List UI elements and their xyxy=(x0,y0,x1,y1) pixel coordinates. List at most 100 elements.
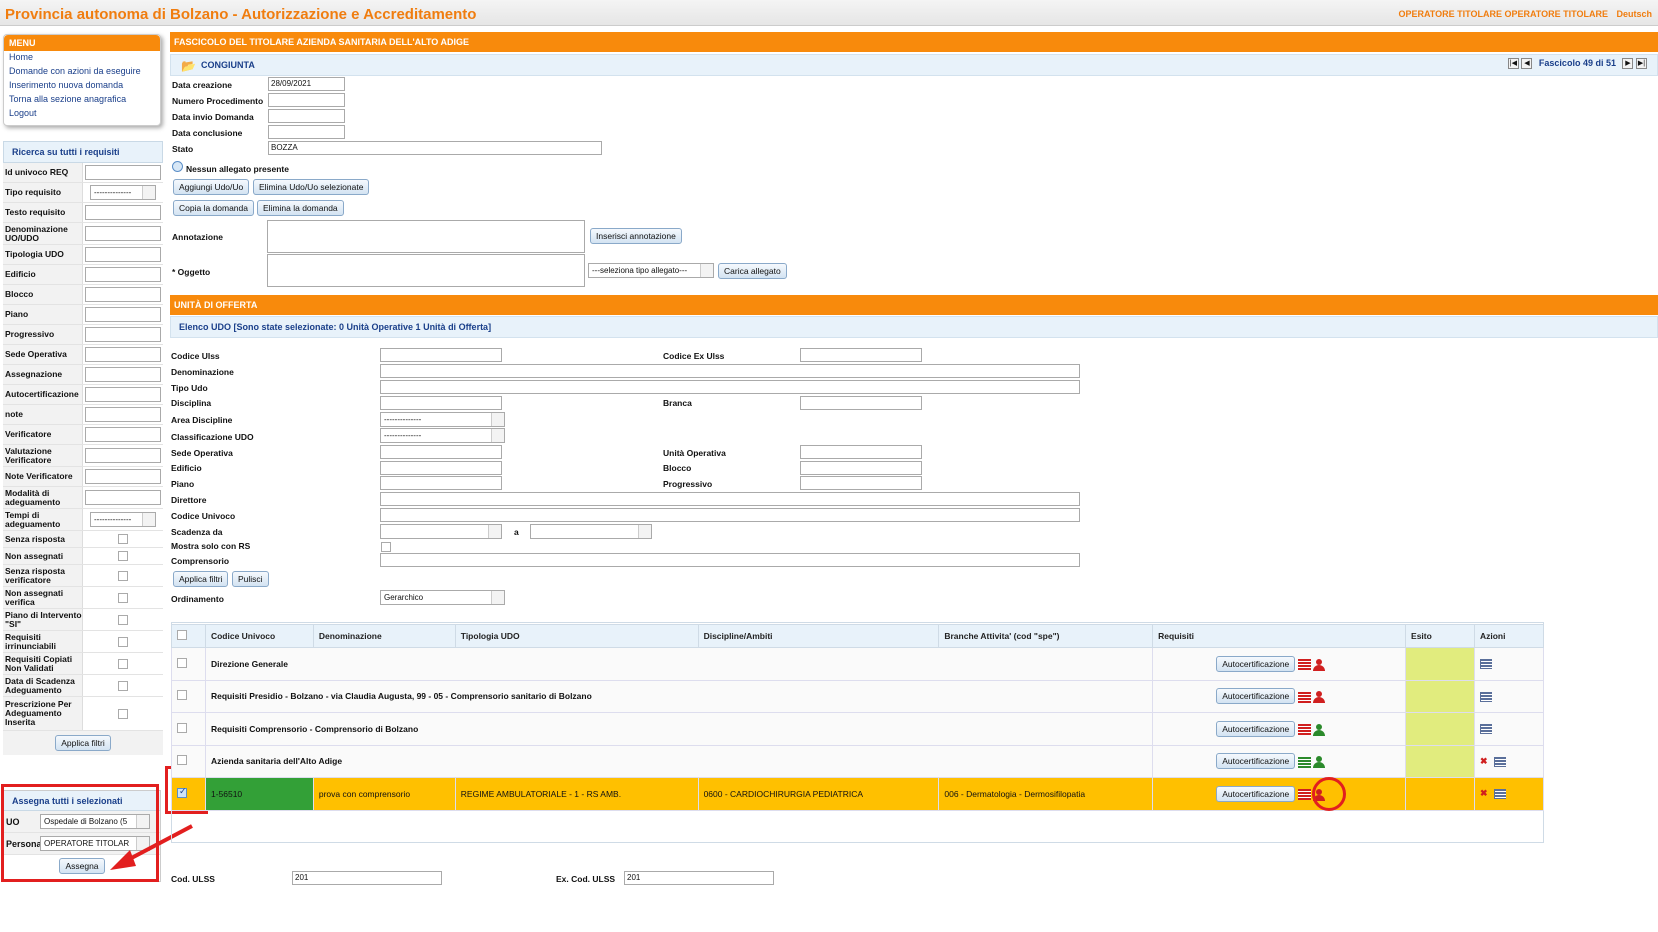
codice-univoco-input[interactable] xyxy=(380,508,1080,522)
comprensorio-input[interactable] xyxy=(380,553,1080,567)
denominazione-input[interactable] xyxy=(380,364,1080,378)
edificio-input[interactable] xyxy=(380,461,502,475)
search-checkbox[interactable] xyxy=(118,551,128,561)
prev-page-icon[interactable]: ◀ xyxy=(1521,58,1533,70)
autocertificazione-button[interactable]: Autocertificazione xyxy=(1216,655,1296,672)
search-checkbox[interactable] xyxy=(118,680,128,691)
fascicolo-field-input[interactable] xyxy=(268,109,345,123)
fascicolo-field-input[interactable]: BOZZA xyxy=(268,141,602,155)
select-all-checkbox[interactable] xyxy=(177,630,187,640)
search-text-input[interactable] xyxy=(85,226,161,241)
autocertificazione-button[interactable]: Autocertificazione xyxy=(1216,720,1296,737)
table-row[interactable]: Requisiti Presidio - Bolzano - via Claud… xyxy=(171,679,1545,713)
details-icon[interactable] xyxy=(1493,756,1506,767)
details-icon[interactable] xyxy=(1479,724,1492,735)
search-text-input[interactable] xyxy=(85,448,161,463)
autocertificazione-button[interactable]: Autocertificazione xyxy=(1216,785,1296,802)
row-checkbox[interactable] xyxy=(177,755,187,766)
add-udo-button[interactable]: Aggiungi Udo/Uo xyxy=(173,179,250,195)
search-select[interactable]: -------------- xyxy=(90,512,156,527)
direttore-input[interactable] xyxy=(380,492,1080,506)
menu-item[interactable]: Torna alla sezione anagrafica xyxy=(4,93,160,107)
search-text-input[interactable] xyxy=(85,490,161,505)
search-text-input[interactable] xyxy=(85,347,161,362)
details-icon[interactable] xyxy=(1479,691,1492,702)
area-discipline-select[interactable]: -------------- xyxy=(380,412,505,427)
table-row[interactable]: Direzione Generale Autocertificazione xyxy=(171,647,1545,681)
classificazione-select[interactable]: -------------- xyxy=(380,428,505,443)
ordinamento-select[interactable]: Gerarchico xyxy=(380,590,505,605)
last-page-icon[interactable]: ▶| xyxy=(1636,58,1647,70)
blocco-input[interactable] xyxy=(800,461,922,475)
unita-operativa-input[interactable] xyxy=(800,445,922,459)
copy-request-button[interactable]: Copia la domanda xyxy=(173,200,254,216)
search-checkbox[interactable] xyxy=(118,658,128,669)
scadenza-da-select[interactable]: x xyxy=(380,524,502,539)
assign-person-icon[interactable] xyxy=(1313,756,1326,768)
branca-input[interactable] xyxy=(800,396,922,410)
disciplina-input[interactable] xyxy=(380,396,502,410)
codice-ulss-input[interactable] xyxy=(380,348,502,362)
row-checkbox[interactable] xyxy=(177,722,187,733)
search-checkbox[interactable] xyxy=(118,636,128,647)
insert-annotation-button[interactable]: Inserisci annotazione xyxy=(590,228,682,244)
next-page-icon[interactable]: ▶ xyxy=(1622,58,1634,70)
search-text-input[interactable] xyxy=(85,267,161,282)
attachment-type-select[interactable]: ---seleziona tipo allegato--- xyxy=(588,263,714,278)
mostra-rs-checkbox[interactable] xyxy=(381,542,391,552)
table-row[interactable]: Azienda sanitaria dell'Alto Adige Autocer… xyxy=(171,744,1545,778)
cod-ulss-input[interactable]: 201 xyxy=(292,871,442,885)
search-text-input[interactable] xyxy=(85,469,161,484)
menu-item[interactable]: Inserimento nuova domanda xyxy=(4,79,160,93)
search-text-input[interactable] xyxy=(85,407,161,422)
annotation-textarea[interactable] xyxy=(267,220,585,253)
first-page-icon[interactable]: |◀ xyxy=(1507,58,1519,70)
sede-operativa-input[interactable] xyxy=(380,445,502,459)
row-checkbox[interactable] xyxy=(177,786,187,798)
search-text-input[interactable] xyxy=(85,165,161,180)
delete-icon[interactable]: ✖ xyxy=(1480,788,1488,798)
delete-selected-udo-button[interactable]: Elimina Udo/Uo selezionate xyxy=(253,179,370,195)
delete-icon[interactable]: ✖ xyxy=(1480,756,1488,766)
details-icon[interactable] xyxy=(1479,659,1492,670)
clear-filters-button[interactable]: Pulisci xyxy=(232,571,269,587)
assign-person-icon[interactable] xyxy=(1313,723,1326,736)
language-link[interactable]: Deutsch xyxy=(1616,9,1652,19)
tipo-udo-input[interactable] xyxy=(380,380,1080,394)
assign-person-icon[interactable] xyxy=(1313,691,1326,703)
udo-apply-filters-button[interactable]: Applica filtri xyxy=(173,571,229,587)
search-checkbox[interactable] xyxy=(118,570,128,581)
search-text-input[interactable] xyxy=(85,307,161,322)
piano-input[interactable] xyxy=(380,476,502,490)
requirements-list-icon[interactable] xyxy=(1297,756,1311,768)
autocertificazione-button[interactable]: Autocertificazione xyxy=(1216,688,1296,705)
requirements-list-icon[interactable] xyxy=(1297,691,1311,703)
search-text-input[interactable] xyxy=(85,327,161,342)
search-checkbox[interactable] xyxy=(118,708,128,719)
row-checkbox[interactable] xyxy=(177,690,187,701)
subject-textarea[interactable] xyxy=(267,254,585,287)
autocertificazione-button[interactable]: Autocertificazione xyxy=(1216,753,1296,770)
upload-attachment-button[interactable]: Carica allegato xyxy=(718,263,787,279)
progressivo-input[interactable] xyxy=(800,476,922,490)
table-row[interactable]: Requisiti Comprensorio - Comprensorio di… xyxy=(171,712,1545,746)
apply-filters-button[interactable]: Applica filtri xyxy=(55,735,111,751)
delete-request-button[interactable]: Elimina la domanda xyxy=(257,200,344,216)
search-text-input[interactable] xyxy=(85,287,161,302)
search-select[interactable]: -------------- xyxy=(90,185,156,200)
fascicolo-field-input[interactable] xyxy=(268,125,345,139)
search-checkbox[interactable] xyxy=(118,592,128,603)
requirements-list-icon[interactable] xyxy=(1297,724,1311,735)
search-text-input[interactable] xyxy=(85,367,161,382)
requirements-list-icon[interactable] xyxy=(1297,659,1311,670)
details-icon[interactable] xyxy=(1493,789,1506,799)
menu-item[interactable]: Domande con azioni da eseguire xyxy=(4,65,160,79)
requirements-list-icon[interactable] xyxy=(1297,789,1311,800)
search-checkbox[interactable] xyxy=(118,614,128,625)
codice-ex-ulss-input[interactable] xyxy=(800,348,922,362)
search-text-input[interactable] xyxy=(85,205,161,220)
menu-item[interactable]: Logout xyxy=(4,107,160,121)
assign-person-icon[interactable] xyxy=(1313,658,1326,671)
search-text-input[interactable] xyxy=(85,247,161,262)
scadenza-a-select[interactable]: x xyxy=(530,524,652,539)
